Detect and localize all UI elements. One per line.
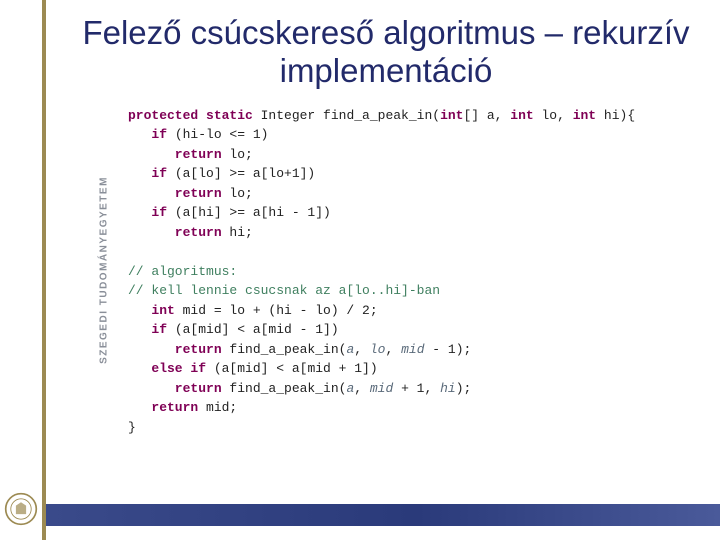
code-token: if [128, 205, 175, 220]
code-token: return [128, 186, 229, 201]
code-token: (a[mid] < a[mid + 1]) [214, 361, 378, 376]
code-token: return [128, 400, 206, 415]
code-token: if [128, 322, 175, 337]
code-token: lo; [229, 147, 252, 162]
code-token: ); [456, 381, 472, 396]
code-block: protected static Integer find_a_peak_in(… [70, 106, 702, 438]
code-token: lo [370, 342, 386, 357]
code-token: return [128, 381, 229, 396]
slide-title: Felező csúcskereső algoritmus – rekurzív… [70, 14, 702, 90]
code-token: , [354, 381, 370, 396]
code-token: if [128, 127, 175, 142]
code-token: mid; [206, 400, 237, 415]
code-token: int [128, 303, 183, 318]
code-token: lo; [229, 186, 252, 201]
code-token: find_a_peak_in( [229, 381, 346, 396]
code-token: (hi-lo <= 1) [175, 127, 269, 142]
code-comment: // kell lennie csucsnak az a[lo..hi]-ban [128, 283, 440, 298]
code-token: mid = lo + (hi - lo) / 2; [183, 303, 378, 318]
code-token: , [385, 342, 401, 357]
code-token: mid [370, 381, 393, 396]
code-token: find_a_peak_in( [229, 342, 346, 357]
code-token: return [128, 225, 229, 240]
footer-band [46, 504, 720, 526]
code-token: - 1); [425, 342, 472, 357]
university-seal-icon [4, 492, 38, 526]
code-token: (a[hi] >= a[hi - 1]) [175, 205, 331, 220]
code-token: return [128, 342, 229, 357]
code-token: if [128, 166, 175, 181]
code-token: hi){ [596, 108, 635, 123]
code-token: (a[lo] >= a[lo+1]) [175, 166, 315, 181]
code-token: (a[mid] < a[mid - 1]) [175, 322, 339, 337]
code-token: lo, [534, 108, 573, 123]
code-token: } [128, 420, 136, 435]
slide-content: Felező csúcskereső algoritmus – rekurzív… [46, 0, 720, 540]
code-token: else if [128, 361, 214, 376]
code-token: int [440, 108, 463, 123]
code-token: hi; [229, 225, 252, 240]
code-token: + 1, [393, 381, 440, 396]
sidebar: SZEGEDI TUDOMÁNYEGYETEM [0, 0, 42, 540]
code-token: return [128, 147, 229, 162]
code-token: mid [401, 342, 424, 357]
code-token: int [510, 108, 533, 123]
code-token: Integer find_a_peak_in( [261, 108, 440, 123]
code-token: hi [440, 381, 456, 396]
code-token: int [573, 108, 596, 123]
code-token: protected static [128, 108, 261, 123]
code-token: [] a, [463, 108, 510, 123]
code-comment: // algoritmus: [128, 264, 237, 279]
code-token: , [354, 342, 370, 357]
